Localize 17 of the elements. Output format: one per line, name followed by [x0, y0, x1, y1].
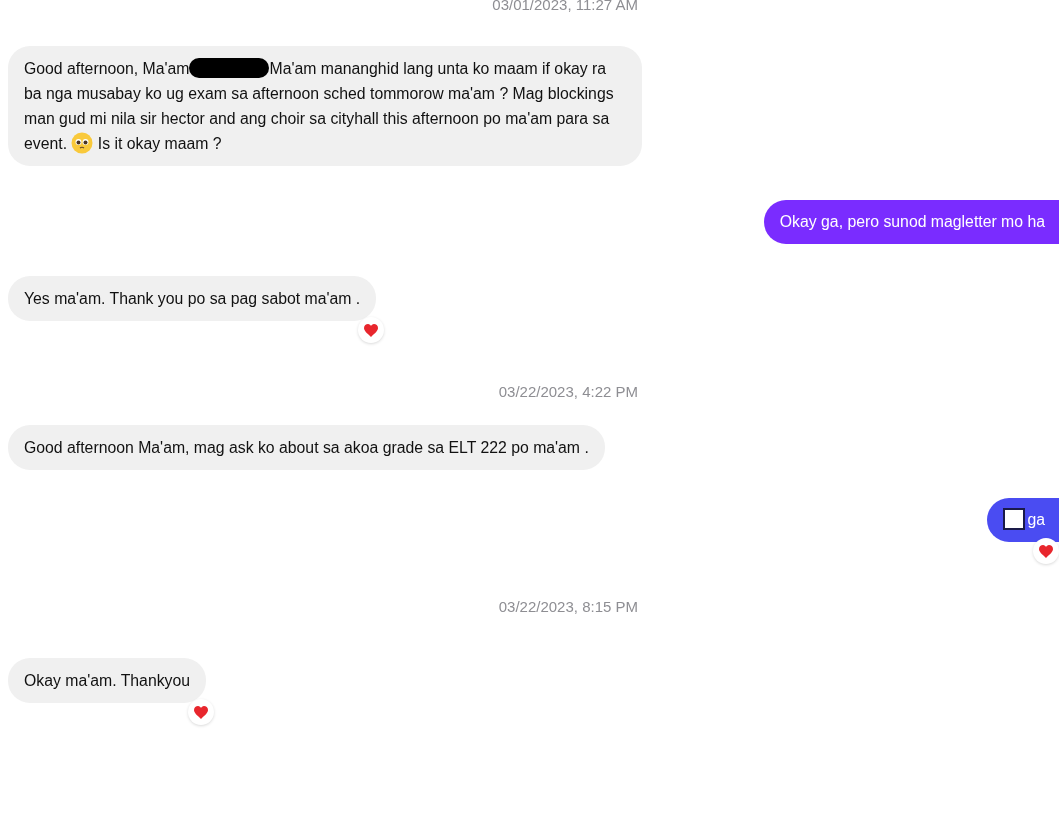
message-text: Okay ma'am. Thankyou — [24, 672, 191, 689]
pleading-face-icon — [71, 132, 94, 154]
message-text: Yes ma'am. Thank you po sa pag sabot ma'am . — [24, 290, 361, 307]
heart-icon — [194, 705, 209, 719]
reaction-badge[interactable] — [188, 699, 215, 725]
timestamp: 03/01/2023, 11:27 AM — [491, 0, 638, 14]
reaction-badge[interactable] — [1033, 538, 1059, 564]
message-text: Okay ga, pero sunod magletter mo ha — [779, 213, 1045, 230]
timestamp: 03/22/2023, 4:22 PM — [497, 383, 638, 401]
heart-icon — [364, 323, 379, 337]
timestamp: 03/22/2023, 8:15 PM — [497, 598, 638, 616]
reaction-badge[interactable] — [358, 317, 385, 343]
message-text: Good afternoon, Ma'am Ma'am mananghid lang unta ko maam if okay ra ba nga musabay ko ug exam sa afternoon sched tommorow ma'am ? Mag blockings man gud mi nila sir hector and ang choir sa cityhall this afternoon po ma'am para sa event. Is it okay maam ? — [24, 60, 614, 152]
message-text: ga — [1027, 511, 1045, 528]
missing-glyph-icon — [1003, 508, 1026, 530]
heart-icon — [1039, 544, 1053, 558]
message-text: Good afternoon Ma'am, mag ask ko about sa akoa grade sa ELT 222 po ma'am . — [24, 439, 589, 456]
